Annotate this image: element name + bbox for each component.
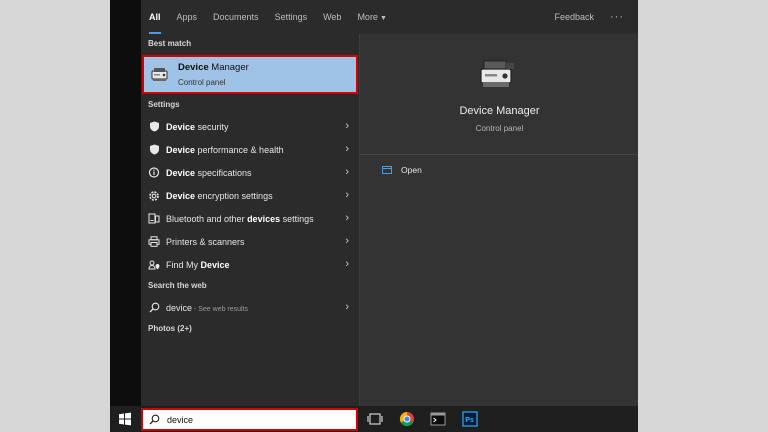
windows-start-icon[interactable] [118,412,132,426]
result-label-rest: performance & health [195,144,284,155]
tab-all[interactable]: All [141,0,169,34]
printer-icon [148,236,160,248]
chevron-right-icon[interactable]: › [345,301,349,313]
keyboard-icon [148,213,160,225]
preview-pane: Device Manager Control panel Open [359,34,638,406]
open-icon [382,165,392,174]
tab-documents[interactable]: Documents [205,0,267,34]
result-label-rest: encryption settings [195,190,273,201]
result-label-rest: security [195,121,229,132]
search-web-heading: Search the web [148,281,207,290]
filter-tabs: All Apps Documents Settings Web More ▼ Fe… [141,0,638,34]
tab-more[interactable]: More ▼ [349,0,394,34]
result-printers-scanners[interactable]: Printers & scanners › [141,230,359,253]
result-label-bold: Device [200,259,230,270]
web-search-result[interactable]: device - See web results › [141,296,359,319]
photos-heading[interactable]: Photos (2+) [141,319,359,339]
result-device-security[interactable]: Device security › [141,115,359,138]
preview-subtitle: Control panel [475,124,524,133]
chevron-right-icon[interactable]: › [345,258,349,270]
result-label: Device encryption settings [166,191,273,201]
result-label: device - See web results [166,303,248,313]
result-find-my-device[interactable]: Find My Device › [141,253,359,276]
gear-icon [148,190,160,202]
chevron-right-icon[interactable]: › [345,120,349,132]
search-icon [148,302,160,314]
best-match-title-rest: Manager [208,62,249,73]
chevron-right-icon[interactable]: › [345,166,349,178]
best-match-title: Device Manager [178,62,249,73]
preview-title: Device Manager [459,105,540,117]
search-icon [149,414,160,425]
settings-heading: Settings [148,100,180,109]
preview-divider [360,154,638,155]
result-label-bold: devices [247,213,281,224]
feedback-link[interactable]: Feedback [544,12,604,22]
best-match-title-bold: Device [178,62,209,73]
chevron-right-icon[interactable]: › [345,189,349,201]
taskbar-search-box[interactable] [141,408,358,431]
person-location-icon [148,259,160,271]
chrome-icon[interactable] [399,411,415,427]
results-column: Best match Device Manager Control panel … [141,34,359,406]
windows-screen: All Apps Documents Settings Web More ▼ Fe… [110,0,638,432]
device-manager-icon [480,60,514,87]
best-match-heading: Best match [148,39,192,48]
result-label: Device specifications [166,168,252,178]
result-label-pre: Find My [166,259,201,270]
result-label-bold: Device [166,144,196,155]
chevron-down-icon: ▼ [379,15,387,22]
web-results-suffix: - See web results [192,305,249,313]
task-view-icon[interactable] [367,411,383,427]
chevron-right-icon[interactable]: › [345,235,349,247]
result-bluetooth-devices-settings[interactable]: Bluetooth and other devices settings › [141,207,359,230]
result-label-bold: Device [166,167,196,178]
open-action[interactable]: Open [382,165,422,175]
shield-icon [148,121,160,133]
settings-results-list: Device security › Device performance & h… [141,115,359,339]
taskbar: Ps [110,406,638,432]
more-options-icon[interactable]: ··· [604,11,638,23]
web-query-text: device [166,302,193,313]
terminal-icon[interactable] [430,411,446,427]
photoshop-icon[interactable]: Ps [462,411,478,427]
result-label-pre: Printers & scanners [166,236,245,247]
search-input[interactable] [167,414,337,425]
result-label-pre: Bluetooth and other [166,213,248,224]
best-match-device-manager[interactable]: Device Manager Control panel [142,55,358,94]
tab-apps[interactable]: Apps [169,0,206,34]
result-device-performance-health[interactable]: Device performance & health › [141,138,359,161]
result-label: Bluetooth and other devices settings [166,214,314,224]
start-search-panel: All Apps Documents Settings Web More ▼ Fe… [141,0,638,406]
result-label-rest: specifications [195,167,252,178]
tab-settings[interactable]: Settings [267,0,316,34]
shield-icon [148,144,160,156]
result-label: Device security [166,122,229,132]
tab-web[interactable]: Web [315,0,349,34]
tab-more-label: More [357,12,378,22]
result-device-encryption-settings[interactable]: Device encryption settings › [141,184,359,207]
open-label: Open [401,165,422,175]
result-label-bold: Device [166,190,196,201]
result-label-bold: Device [166,121,196,132]
chevron-right-icon[interactable]: › [345,143,349,155]
result-label: Find My Device [166,260,230,270]
result-device-specifications[interactable]: Device specifications › [141,161,359,184]
device-manager-icon [151,68,168,81]
result-label-rest: settings [280,213,314,224]
svg-text:Ps: Ps [465,417,474,424]
left-edge-strip [110,0,141,406]
result-label: Device performance & health [166,145,284,155]
best-match-subtitle: Control panel [178,78,226,87]
chevron-right-icon[interactable]: › [345,212,349,224]
laptop-icon [148,167,160,179]
result-label: Printers & scanners [166,237,245,247]
